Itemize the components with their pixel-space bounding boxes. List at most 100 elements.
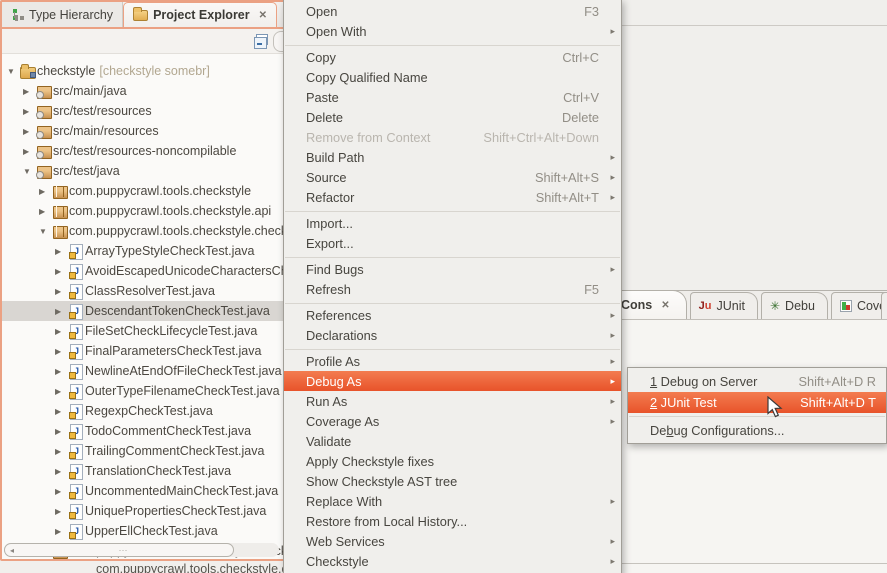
tree-item[interactable]: ▶ UncommentedMainCheckTest.java <box>2 481 283 501</box>
tab-partial[interactable] <box>881 292 887 319</box>
tree-item[interactable]: ▼ com.puppycrawl.tools.checkstyle.check <box>2 221 283 241</box>
menu-item[interactable]: Declarations ▸ <box>284 325 621 345</box>
tree-item-icon <box>68 244 85 259</box>
tree-expand-arrow-icon[interactable]: ▶ <box>23 87 36 96</box>
tree-expand-arrow-icon[interactable]: ▶ <box>55 507 68 516</box>
menu-item[interactable]: Refresh F5 ▸ <box>284 279 621 299</box>
menu-item[interactable]: Copy Ctrl+C ▸ <box>284 47 621 67</box>
tree-expand-arrow-icon[interactable]: ▶ <box>55 287 68 296</box>
menu-item[interactable]: Debug As ▸ <box>284 371 621 391</box>
menu-item[interactable]: Restore from Local History... ▸ <box>284 511 621 531</box>
menu-item[interactable]: Copy Qualified Name ▸ <box>284 67 621 87</box>
tab-debug[interactable]: ✳ Debu <box>761 292 828 319</box>
tree-expand-arrow-icon[interactable]: ▶ <box>55 407 68 416</box>
tree-item[interactable]: ▶ ClassResolverTest.java <box>2 281 283 301</box>
menu-item[interactable]: Apply Checkstyle fixes ▸ <box>284 451 621 471</box>
tree-item[interactable]: ▶ src/main/resources <box>2 121 283 141</box>
tree-item[interactable]: ▶ NewlineAtEndOfFileCheckTest.java <box>2 361 283 381</box>
tree-item-icon <box>36 84 53 99</box>
tree-item-label: src/test/resources <box>53 104 152 118</box>
tree-item[interactable]: ▶ DescendantTokenCheckTest.java <box>2 301 283 321</box>
menu-item[interactable]: Remove from Context Shift+Ctrl+Alt+Down … <box>284 127 621 147</box>
tree-item[interactable]: ▶ ArrayTypeStyleCheckTest.java <box>2 241 283 261</box>
tree-expand-arrow-icon[interactable]: ▶ <box>55 247 68 256</box>
menu-item[interactable]: Coverage As ▸ <box>284 411 621 431</box>
tree-item[interactable]: ▶ com.puppycrawl.tools.checkstyle.api <box>2 201 283 221</box>
tree-expand-arrow-icon[interactable]: ▶ <box>23 107 36 116</box>
tree-item[interactable]: ▶ TrailingCommentCheckTest.java <box>2 441 283 461</box>
scroll-left-icon[interactable]: ◂ <box>5 546 14 555</box>
menu-item[interactable]: Validate ▸ <box>284 431 621 451</box>
tree-item[interactable]: ▶ UpperEllCheckTest.java <box>2 521 283 541</box>
tree-item[interactable]: ▶ TranslationCheckTest.java <box>2 461 283 481</box>
menu-item[interactable]: Profile As ▸ <box>284 351 621 371</box>
tree-item[interactable]: ▶ RegexpCheckTest.java <box>2 401 283 421</box>
tab-type-hierarchy[interactable]: Type Hierarchy <box>2 2 123 27</box>
tree-item[interactable]: ▼ checkstyle [checkstyle somebr] <box>2 61 283 81</box>
tree-item[interactable]: ▶ TodoCommentCheckTest.java <box>2 421 283 441</box>
tree-expand-arrow-icon[interactable]: ▶ <box>55 387 68 396</box>
tab-coverage[interactable]: Cover <box>831 292 887 319</box>
tree-expand-arrow-icon[interactable]: ▶ <box>23 127 36 136</box>
tree-item[interactable]: ▼ src/test/java <box>2 161 283 181</box>
menu-item-debug-configurations[interactable]: Debug Configurations... <box>628 420 886 441</box>
collapse-all-icon[interactable] <box>254 34 271 49</box>
menu-item[interactable]: Build Path ▸ <box>284 147 621 167</box>
menu-item[interactable]: Import... ▸ <box>284 213 621 233</box>
tree-expand-arrow-icon[interactable]: ▶ <box>55 367 68 376</box>
tree-expand-arrow-icon[interactable]: ▶ <box>23 147 36 156</box>
project-explorer-view: Type Hierarchy Project Explorer ✕ ▼ chec… <box>0 0 285 561</box>
menu-item[interactable]: Find Bugs ▸ <box>284 259 621 279</box>
tree-item[interactable]: ▶ com.puppycrawl.tools.checkstyle <box>2 181 283 201</box>
menu-item[interactable]: Refactor Shift+Alt+T ▸ <box>284 187 621 207</box>
tab-junit[interactable]: Ju JUnit <box>690 292 758 319</box>
tree-item[interactable]: ▶ src/test/resources-noncompilable <box>2 141 283 161</box>
tree-expand-arrow-icon[interactable]: ▶ <box>39 187 52 196</box>
menu-item[interactable]: Run As ▸ <box>284 391 621 411</box>
menu-item-label: 2 JUnit Test <box>650 395 717 410</box>
menu-item[interactable]: Replace With ▸ <box>284 491 621 511</box>
tree-item[interactable]: ▶ src/test/resources <box>2 101 283 121</box>
tab-label: JUnit <box>717 299 745 313</box>
tree-item[interactable]: ▶ src/main/java <box>2 81 283 101</box>
tree-expand-arrow-icon[interactable]: ▶ <box>55 327 68 336</box>
submenu-arrow-icon: ▸ <box>603 396 615 407</box>
tree-expand-arrow-icon[interactable]: ▼ <box>39 227 52 236</box>
menu-item[interactable]: Show Checkstyle AST tree ▸ <box>284 471 621 491</box>
scrollbar-thumb[interactable]: ◂ ⋯ <box>4 543 234 557</box>
close-icon[interactable]: ✕ <box>259 10 267 21</box>
menu-item[interactable]: Delete Delete ▸ <box>284 107 621 127</box>
tree-item[interactable]: ▶ AvoidEscapedUnicodeCharactersChec <box>2 261 283 281</box>
menu-item[interactable]: Open F3 ▸ <box>284 1 621 21</box>
tree-expand-arrow-icon[interactable]: ▶ <box>55 527 68 536</box>
menu-item[interactable]: References ▸ <box>284 305 621 325</box>
tree-expand-arrow-icon[interactable]: ▶ <box>39 207 52 216</box>
menu-item[interactable]: Web Services ▸ <box>284 531 621 551</box>
tree-expand-arrow-icon[interactable]: ▶ <box>55 307 68 316</box>
tree-item[interactable]: ▶ UniquePropertiesCheckTest.java <box>2 501 283 521</box>
tree-item-icon <box>68 324 85 339</box>
tree-expand-arrow-icon[interactable]: ▶ <box>55 487 68 496</box>
tree-item[interactable]: ▶ FinalParametersCheckTest.java <box>2 341 283 361</box>
menu-item[interactable]: Paste Ctrl+V ▸ <box>284 87 621 107</box>
menu-item-debug-on-server[interactable]: 1 Debug on Server Shift+Alt+D R <box>628 371 886 392</box>
menu-item-junit-test[interactable]: 2 JUnit Test Shift+Alt+D T <box>628 392 886 413</box>
tree-item[interactable]: ▶ OuterTypeFilenameCheckTest.java <box>2 381 283 401</box>
tree-expand-arrow-icon[interactable]: ▼ <box>23 167 36 176</box>
tree-expand-arrow-icon[interactable]: ▶ <box>55 347 68 356</box>
menu-item[interactable]: Export... ▸ <box>284 233 621 253</box>
tree-item-label: AvoidEscapedUnicodeCharactersChec <box>85 264 283 278</box>
tree-expand-arrow-icon[interactable]: ▶ <box>55 447 68 456</box>
menu-item-label: Declarations <box>306 328 377 343</box>
tree-item[interactable]: ▶ FileSetCheckLifecycleTest.java <box>2 321 283 341</box>
tree-expand-arrow-icon[interactable]: ▼ <box>7 67 20 76</box>
menu-item[interactable]: Open With ▸ <box>284 21 621 41</box>
close-icon[interactable]: ✕ <box>661 300 669 311</box>
tree-expand-arrow-icon[interactable]: ▶ <box>55 267 68 276</box>
tab-project-explorer[interactable]: Project Explorer ✕ <box>123 2 277 27</box>
menu-item[interactable]: Source Shift+Alt+S ▸ <box>284 167 621 187</box>
horizontal-scrollbar[interactable]: ◂ ⋯ <box>4 543 279 557</box>
tree-expand-arrow-icon[interactable]: ▶ <box>55 427 68 436</box>
menu-item[interactable]: Checkstyle ▸ <box>284 551 621 571</box>
tree-expand-arrow-icon[interactable]: ▶ <box>55 467 68 476</box>
